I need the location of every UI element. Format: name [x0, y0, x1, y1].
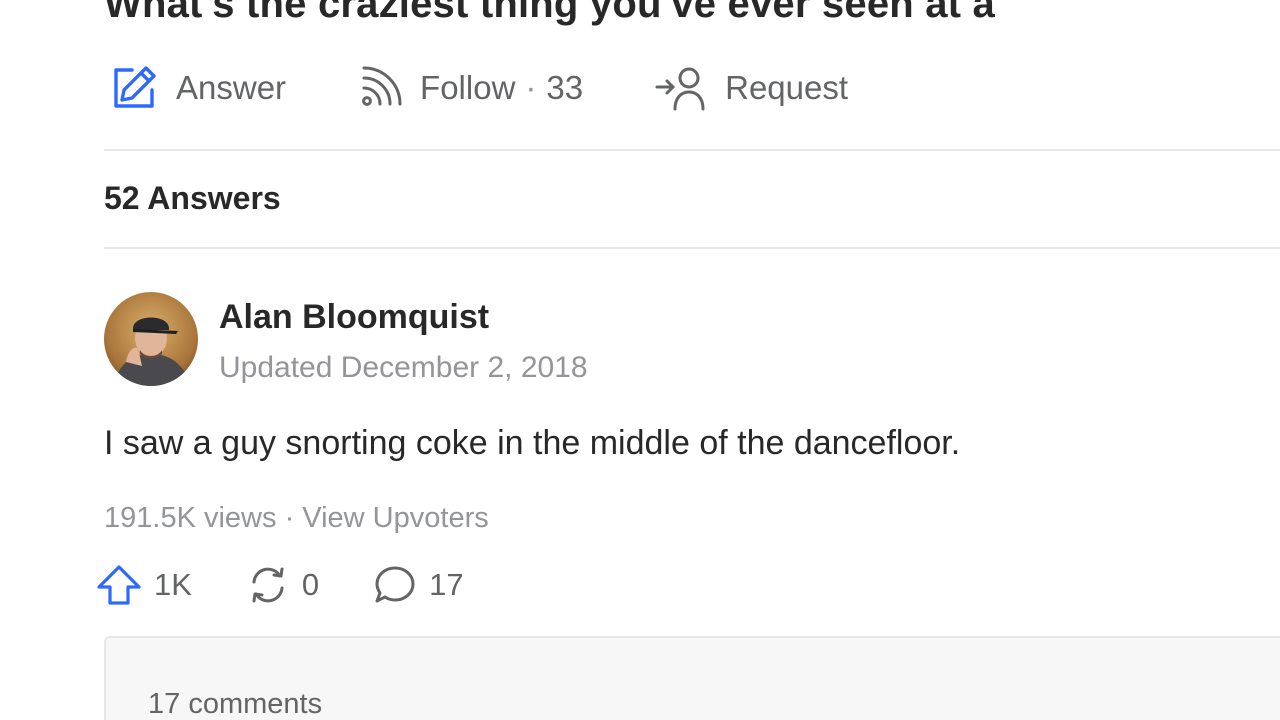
author-name[interactable]: Alan Bloomquist [219, 298, 588, 337]
comments-section: 17 comments [104, 636, 1280, 720]
follow-label: Follow [420, 69, 516, 106]
comments-count-label[interactable]: 17 comments [148, 688, 322, 720]
request-button[interactable]: Request [655, 65, 848, 111]
question-action-bar: Answer Follow · 33 Request [110, 62, 920, 114]
quora-question-page: What's the craziest thing you've ever se… [0, 0, 1280, 720]
follow-separator: · [525, 69, 537, 106]
share-count: 0 [301, 567, 320, 602]
answer-label: Answer [176, 69, 287, 106]
answer-author: Alan Bloomquist Updated December 2, 2018 [104, 292, 588, 386]
upvote-count: 1K [154, 567, 192, 602]
up-arrow-icon [96, 564, 142, 606]
rss-feed-icon [358, 66, 402, 110]
share-cycle-icon [246, 564, 290, 606]
person-add-icon [655, 65, 707, 111]
divider [104, 149, 1280, 151]
stats-separator: · [284, 502, 295, 534]
answer-stats: 191.5K views · View Upvoters [104, 502, 489, 535]
answer-body: I saw a guy snorting coke in the middle … [104, 424, 961, 462]
question-title[interactable]: What's the craziest thing you've ever se… [104, 0, 995, 27]
views-count: 191.5K views [104, 502, 277, 534]
answer-button[interactable]: Answer [110, 64, 286, 112]
avatar[interactable] [104, 292, 198, 386]
answers-count-heading: 52 Answers [104, 180, 281, 216]
comment-count: 17 [429, 567, 464, 602]
answer-updated-date[interactable]: Updated December 2, 2018 [219, 351, 588, 385]
request-label: Request [725, 69, 849, 106]
upvote-button[interactable]: 1K [96, 564, 192, 606]
speech-bubble-icon [373, 564, 417, 606]
pencil-square-icon [110, 64, 158, 112]
author-meta: Alan Bloomquist Updated December 2, 2018 [219, 292, 588, 385]
answer-action-bar: 1K 0 17 [96, 562, 464, 608]
share-button[interactable]: 0 [246, 564, 319, 606]
comment-button[interactable]: 17 [373, 564, 464, 606]
view-upvoters-link[interactable]: View Upvoters [302, 502, 488, 534]
divider [104, 247, 1280, 249]
follow-count: 33 [546, 69, 584, 106]
follow-button[interactable]: Follow · 33 [358, 66, 583, 110]
